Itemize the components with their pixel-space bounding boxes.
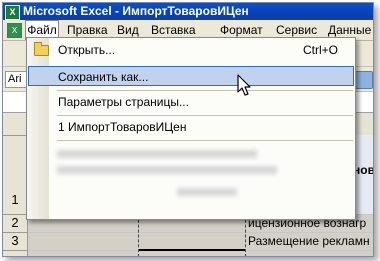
toolbar-button-icon[interactable] [355,71,373,89]
folder-open-icon [34,42,49,56]
mouse-pointer-icon [237,74,251,96]
excel-app-icon: X [5,5,20,20]
window-title: Microsoft Excel - ИмпортТоваровИЦен [23,4,249,18]
row-header[interactable]: 1 [3,136,28,215]
menu-item-label: Открыть... [58,43,116,57]
menu-item-label: 1 ИмпортТоваровИЦен [58,120,187,134]
title-bar: X Microsoft Excel - ИмпортТоваровИЦен [3,3,373,20]
menu-item-open[interactable]: Открыть... Ctrl+O [28,40,354,60]
row-number: 2 [11,215,19,230]
select-all-corner[interactable] [3,113,28,135]
row-number: 1 [11,192,19,207]
row-header[interactable]: 3 [3,233,28,251]
grid-line [28,232,373,233]
header-cell-text: нов [353,163,373,177]
document-icon[interactable]: X [7,23,22,38]
menu-item-recent-file[interactable]: 1 ИмпортТоваровИЦен [28,117,354,137]
blurred-menu-item [177,188,237,196]
blurred-menu-item [57,166,277,174]
cell-row3-text[interactable]: Размещение рекламн [248,234,373,248]
menu-item-label: Сохранить как... [58,70,149,84]
blurred-menu-item [57,150,257,158]
row-header[interactable] [3,251,28,256]
file-menu-dropdown: Открыть... Ctrl+O Сохранить как... Парам… [26,37,356,220]
page-break-line [245,215,246,256]
row-number: 3 [11,233,19,248]
menu-item-shortcut: Ctrl+O [302,43,338,57]
menu-separator [57,90,353,91]
menu-item-page-setup[interactable]: Параметры страницы... [28,92,354,112]
menu-separator [57,140,353,141]
screenshot-stage: X Microsoft Excel - ИмпортТоваровИЦен X … [0,0,380,261]
menu-item-save-as[interactable]: Сохранить как... [28,66,354,86]
menu-item-label: Параметры страницы... [58,95,189,109]
cell-border [139,249,245,251]
row-header[interactable]: 2 [3,215,28,233]
menu-separator [57,115,353,116]
